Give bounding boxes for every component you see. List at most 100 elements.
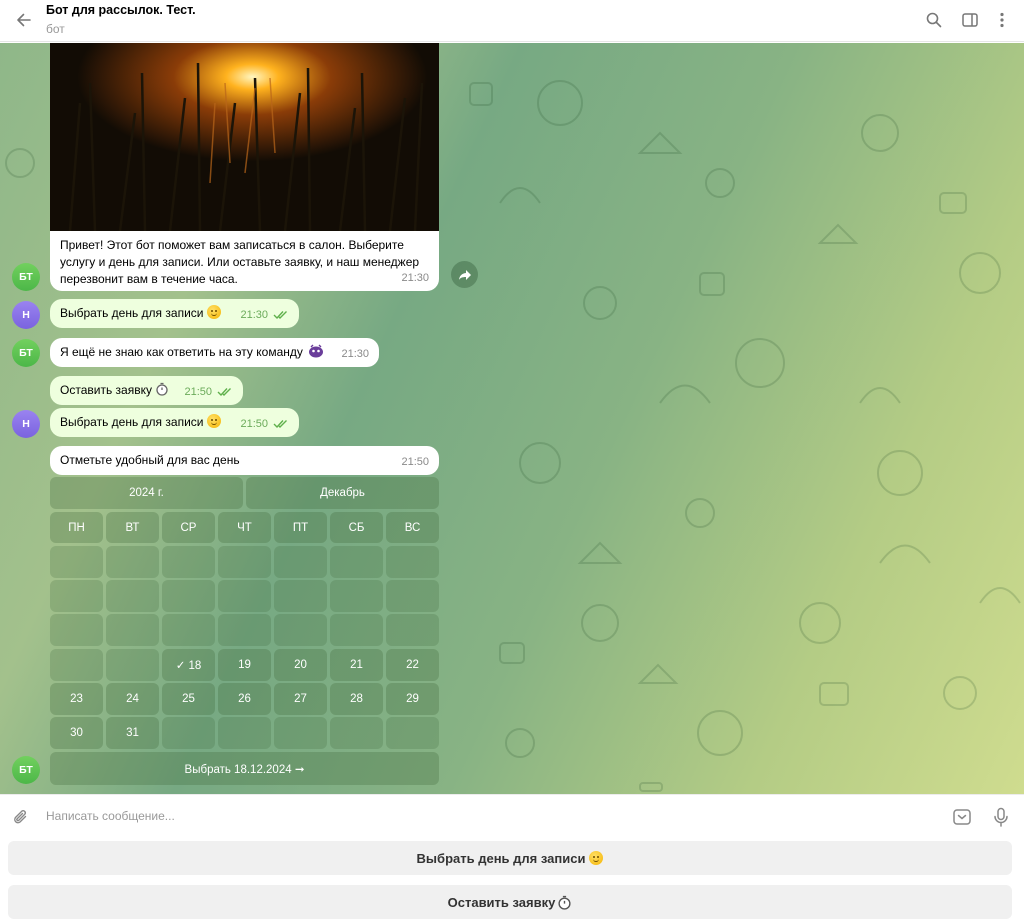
avatar[interactable]: Н bbox=[12, 410, 40, 438]
message-time: 21:30 bbox=[401, 272, 429, 284]
message-bubble[interactable]: Я ещё не знаю как ответить на эту команд… bbox=[50, 338, 379, 367]
message-bubble[interactable]: Выбрать день для записи 21:50 bbox=[50, 408, 299, 437]
calendar-day-button[interactable]: 23 bbox=[50, 683, 103, 715]
calendar-empty-cell[interactable] bbox=[106, 580, 159, 612]
sidebar-toggle-icon[interactable] bbox=[957, 7, 983, 33]
avatar[interactable]: БТ bbox=[12, 756, 40, 784]
confirm-date-button[interactable]: Выбрать 18.12.2024 ➞ bbox=[50, 752, 439, 785]
calendar-empty-cell[interactable] bbox=[106, 649, 159, 681]
calendar-empty-cell[interactable] bbox=[330, 717, 383, 749]
back-arrow-icon[interactable] bbox=[10, 6, 38, 34]
message-time: 21:50 bbox=[184, 384, 233, 401]
smile-emoji-icon bbox=[207, 305, 222, 319]
calendar-month-button[interactable]: Декабрь bbox=[246, 477, 439, 509]
smile-emoji-icon bbox=[207, 414, 222, 428]
message-bubble[interactable]: Оставить заявку 21:50 bbox=[50, 376, 243, 405]
avatar[interactable]: БТ bbox=[12, 263, 40, 291]
reply-button-pick-day[interactable]: Выбрать день для записи bbox=[8, 841, 1012, 875]
calendar-empty-cell[interactable] bbox=[274, 717, 327, 749]
message-bubble[interactable]: Выбрать день для записи 21:30 bbox=[50, 299, 299, 328]
chat-area[interactable]: Привет! Этот бот поможет вам записаться … bbox=[0, 43, 1024, 794]
calendar-day-button[interactable]: 26 bbox=[218, 683, 271, 715]
message-time: 21:50 bbox=[240, 416, 289, 433]
calendar-year-button[interactable]: 2024 г. bbox=[50, 477, 243, 509]
calendar-empty-cell[interactable] bbox=[330, 580, 383, 612]
smile-emoji-icon bbox=[589, 851, 604, 865]
message-time: 21:50 bbox=[401, 456, 429, 468]
calendar-empty-cell[interactable] bbox=[162, 580, 215, 612]
more-vertical-icon[interactable] bbox=[989, 7, 1015, 33]
calendar-empty-cell[interactable] bbox=[162, 614, 215, 646]
message-text: Выбрать день для записи bbox=[60, 415, 204, 429]
calendar-empty-cell[interactable] bbox=[50, 649, 103, 681]
calendar-weekday-label[interactable]: ЧТ bbox=[218, 512, 271, 543]
forward-icon[interactable] bbox=[451, 261, 478, 288]
message-time: 21:30 bbox=[341, 348, 369, 360]
calendar-day-button[interactable]: 19 bbox=[218, 649, 271, 681]
bot-keyboard-icon[interactable] bbox=[949, 804, 975, 830]
calendar-weekday-label[interactable]: ПН bbox=[50, 512, 103, 543]
chat-header: Бот для рассылок. Тест. бот bbox=[0, 0, 1024, 42]
calendar-day-button[interactable]: 30 bbox=[50, 717, 103, 749]
microphone-icon[interactable] bbox=[988, 804, 1014, 830]
message-bubble[interactable]: Отметьте удобный для вас день 21:50 bbox=[50, 446, 439, 475]
calendar-empty-cell[interactable] bbox=[330, 614, 383, 646]
calendar-weekday-label[interactable]: СБ bbox=[330, 512, 383, 543]
calendar-day-button[interactable]: 27 bbox=[274, 683, 327, 715]
calendar-empty-cell[interactable] bbox=[50, 580, 103, 612]
chat-subtitle: бот bbox=[46, 22, 65, 36]
calendar-day-button[interactable]: 22 bbox=[386, 649, 439, 681]
double-check-icon bbox=[273, 420, 287, 428]
confused-emoji-icon bbox=[309, 344, 324, 358]
calendar-weekday-label[interactable]: ПТ bbox=[274, 512, 327, 543]
calendar-empty-cell[interactable] bbox=[274, 546, 327, 578]
paperclip-icon[interactable] bbox=[8, 804, 34, 830]
calendar-day-button[interactable]: 28 bbox=[330, 683, 383, 715]
message-text: Я ещё не знаю как ответить на эту команд… bbox=[60, 345, 303, 359]
chat-info[interactable]: Бот для рассылок. Тест. бот bbox=[46, 3, 196, 36]
message-input[interactable] bbox=[46, 805, 926, 827]
message-time: 21:30 bbox=[240, 307, 289, 324]
message-text: Выбрать день для записи bbox=[60, 306, 204, 320]
calendar-empty-cell[interactable] bbox=[386, 614, 439, 646]
calendar-day-button[interactable]: 29 bbox=[386, 683, 439, 715]
calendar-weekday-label[interactable]: СР bbox=[162, 512, 215, 543]
calendar-empty-cell[interactable] bbox=[218, 546, 271, 578]
calendar-day-button[interactable]: 25 bbox=[162, 683, 215, 715]
calendar-empty-cell[interactable] bbox=[386, 546, 439, 578]
calendar-empty-cell[interactable] bbox=[218, 614, 271, 646]
double-check-icon bbox=[217, 388, 231, 396]
reply-button-leave-request[interactable]: Оставить заявку bbox=[8, 885, 1012, 919]
calendar-day-button[interactable]: 31 bbox=[106, 717, 159, 749]
calendar-empty-cell[interactable] bbox=[106, 614, 159, 646]
calendar-empty-cell[interactable] bbox=[274, 580, 327, 612]
calendar-empty-cell[interactable] bbox=[386, 580, 439, 612]
calendar-empty-cell[interactable] bbox=[386, 717, 439, 749]
calendar-empty-cell[interactable] bbox=[218, 717, 271, 749]
calendar-empty-cell[interactable] bbox=[50, 546, 103, 578]
calendar-empty-cell[interactable] bbox=[330, 546, 383, 578]
double-check-icon bbox=[273, 311, 287, 319]
calendar-empty-cell[interactable] bbox=[162, 546, 215, 578]
calendar-empty-cell[interactable] bbox=[162, 717, 215, 749]
calendar-weekday-label[interactable]: ВТ bbox=[106, 512, 159, 543]
calendar-empty-cell[interactable] bbox=[106, 546, 159, 578]
search-icon[interactable] bbox=[921, 7, 947, 33]
calendar-weekday-label[interactable]: ВС bbox=[386, 512, 439, 543]
message-text: Отметьте удобный для вас день bbox=[60, 453, 240, 467]
calendar-day-button[interactable]: ✓ 18 bbox=[162, 649, 215, 681]
calendar-empty-cell[interactable] bbox=[218, 580, 271, 612]
calendar-day-button[interactable]: 20 bbox=[274, 649, 327, 681]
stopwatch-icon bbox=[156, 382, 168, 396]
chat-title: Бот для рассылок. Тест. bbox=[46, 3, 196, 17]
calendar-empty-cell[interactable] bbox=[50, 614, 103, 646]
message-bubble[interactable]: Привет! Этот бот поможет вам записаться … bbox=[50, 231, 439, 291]
calendar-empty-cell[interactable] bbox=[274, 614, 327, 646]
calendar-day-button[interactable]: 21 bbox=[330, 649, 383, 681]
calendar-day-button[interactable]: 24 bbox=[106, 683, 159, 715]
avatar[interactable]: БТ bbox=[12, 339, 40, 367]
message-text: Оставить заявку bbox=[60, 383, 152, 397]
avatar[interactable]: Н bbox=[12, 301, 40, 329]
stopwatch-icon bbox=[558, 895, 571, 910]
photo-attachment[interactable] bbox=[50, 43, 439, 231]
